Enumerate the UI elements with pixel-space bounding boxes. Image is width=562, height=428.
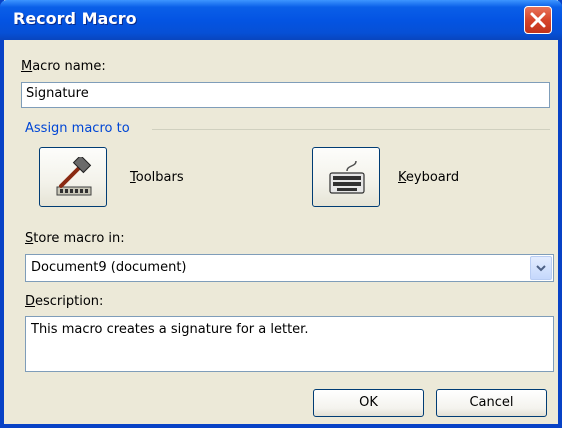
assign-macro-group-label: Assign macro to (25, 121, 130, 136)
chevron-down-icon (536, 265, 546, 272)
keyboard-icon (329, 160, 365, 194)
toolbars-button[interactable] (39, 147, 107, 207)
store-macro-value: Document9 (document) (31, 260, 187, 275)
toolbars-label: Toolbars (130, 170, 184, 185)
description-label: Description: (25, 294, 104, 309)
group-divider (152, 129, 550, 130)
title-bar[interactable]: Record Macro (0, 0, 562, 40)
macro-name-input[interactable]: Signature (21, 82, 550, 108)
store-macro-label: Store macro in: (25, 231, 125, 246)
close-icon (530, 12, 546, 28)
keyboard-label: Keyboard (398, 170, 460, 185)
keyboard-button[interactable] (312, 147, 380, 207)
description-textarea[interactable]: This macro creates a signature for a let… (25, 316, 554, 372)
store-macro-select[interactable]: Document9 (document) (25, 254, 554, 282)
macro-name-label: Macro name: (21, 59, 106, 74)
dropdown-arrow-button[interactable] (530, 256, 552, 280)
cancel-button[interactable]: Cancel (436, 389, 547, 417)
hammer-toolbar-icon (56, 157, 92, 196)
record-macro-dialog: Record Macro Macro name: Signature Assig… (0, 0, 562, 428)
dialog-title: Record Macro (13, 9, 137, 28)
close-button[interactable] (524, 6, 552, 34)
ok-button[interactable]: OK (313, 389, 424, 417)
